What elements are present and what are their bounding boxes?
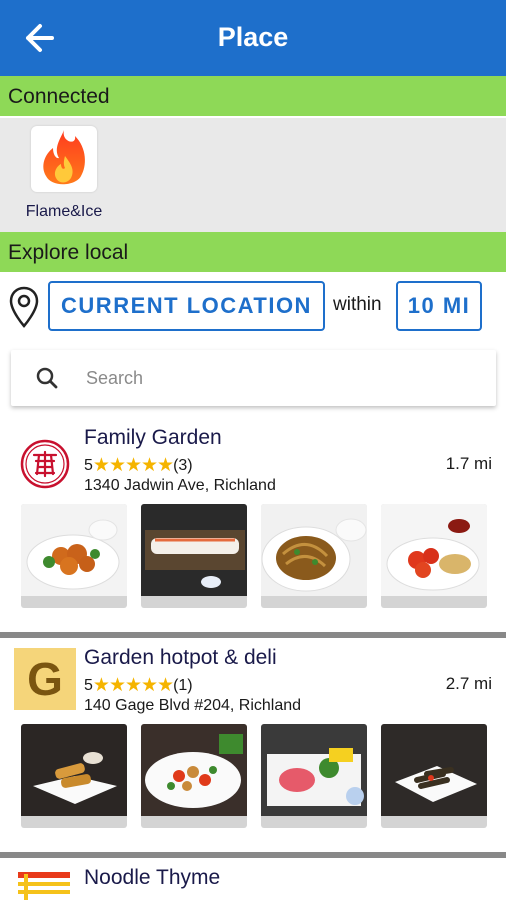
food-photo[interactable] bbox=[381, 724, 487, 828]
food-photo-image bbox=[141, 724, 247, 816]
location-filter-row: CURRENT LOCATION within 10 MI bbox=[0, 276, 506, 336]
food-photo-image bbox=[141, 504, 247, 596]
app-bar: Place bbox=[0, 0, 506, 76]
food-photo[interactable] bbox=[141, 724, 247, 828]
food-photo[interactable] bbox=[21, 724, 127, 828]
food-photo[interactable] bbox=[261, 504, 367, 608]
distance-label: 1.7 mi bbox=[445, 454, 492, 473]
search-icon bbox=[35, 366, 59, 395]
restaurant-name[interactable]: Family Garden bbox=[84, 426, 222, 450]
logo-letter: G bbox=[27, 653, 63, 705]
rating-value: 5 bbox=[84, 676, 93, 694]
food-photo[interactable] bbox=[261, 724, 367, 828]
connected-section-header: Connected bbox=[0, 76, 506, 116]
rating: 5★★★★★(1) bbox=[84, 674, 193, 696]
current-location-button[interactable]: CURRENT LOCATION bbox=[48, 281, 325, 331]
search-input[interactable]: Search bbox=[86, 368, 143, 389]
flame-ice-app-tile[interactable] bbox=[31, 126, 97, 192]
food-photo-image bbox=[21, 504, 127, 596]
noodle-logo bbox=[14, 866, 76, 900]
restaurant-card-family-garden[interactable]: Family Garden 5★★★★★(3) 1.7 mi 1340 Jadw… bbox=[0, 418, 506, 632]
review-count: (3) bbox=[173, 456, 193, 474]
star-rating-icons: ★★★★★ bbox=[92, 455, 174, 476]
flame-icon bbox=[43, 130, 85, 185]
location-pin-icon bbox=[8, 286, 40, 333]
food-photo-image bbox=[381, 504, 487, 596]
restaurant-name[interactable]: Noodle Thyme bbox=[84, 866, 220, 890]
restaurant-address: 140 Gage Blvd #204, Richland bbox=[84, 697, 302, 714]
within-label: within bbox=[333, 294, 382, 315]
restaurant-name[interactable]: Garden hotpot & deli bbox=[84, 646, 277, 670]
explore-section-header: Explore local bbox=[0, 232, 506, 272]
rating-value: 5 bbox=[84, 456, 93, 474]
restaurant-card-noodle-thyme[interactable]: Noodle Thyme bbox=[0, 858, 506, 900]
restaurant-address: 1340 Jadwin Ave, Richland bbox=[84, 477, 276, 494]
star-rating-icons: ★★★★★ bbox=[92, 675, 174, 696]
search-box[interactable]: Search bbox=[11, 350, 496, 406]
food-photo[interactable] bbox=[381, 504, 487, 608]
review-count: (1) bbox=[173, 676, 193, 694]
food-photo[interactable] bbox=[21, 504, 127, 608]
page-title: Place bbox=[217, 22, 289, 52]
food-photo[interactable] bbox=[141, 504, 247, 608]
distance-label: 2.7 mi bbox=[445, 674, 492, 693]
app-label: Flame&Ice bbox=[25, 203, 103, 220]
food-photo-image bbox=[21, 724, 127, 816]
red-seal-logo bbox=[14, 428, 76, 490]
distance-button[interactable]: 10 MI bbox=[396, 281, 482, 331]
food-photo-image bbox=[261, 504, 367, 596]
food-photo-image bbox=[261, 724, 367, 816]
restaurant-card-garden-hotpot[interactable]: G Garden hotpot & deli 5★★★★★(1) 2.7 mi … bbox=[0, 638, 506, 852]
rating: 5★★★★★(3) bbox=[84, 454, 193, 476]
food-photo-image bbox=[381, 724, 487, 816]
g-letter-logo: G bbox=[14, 648, 76, 710]
